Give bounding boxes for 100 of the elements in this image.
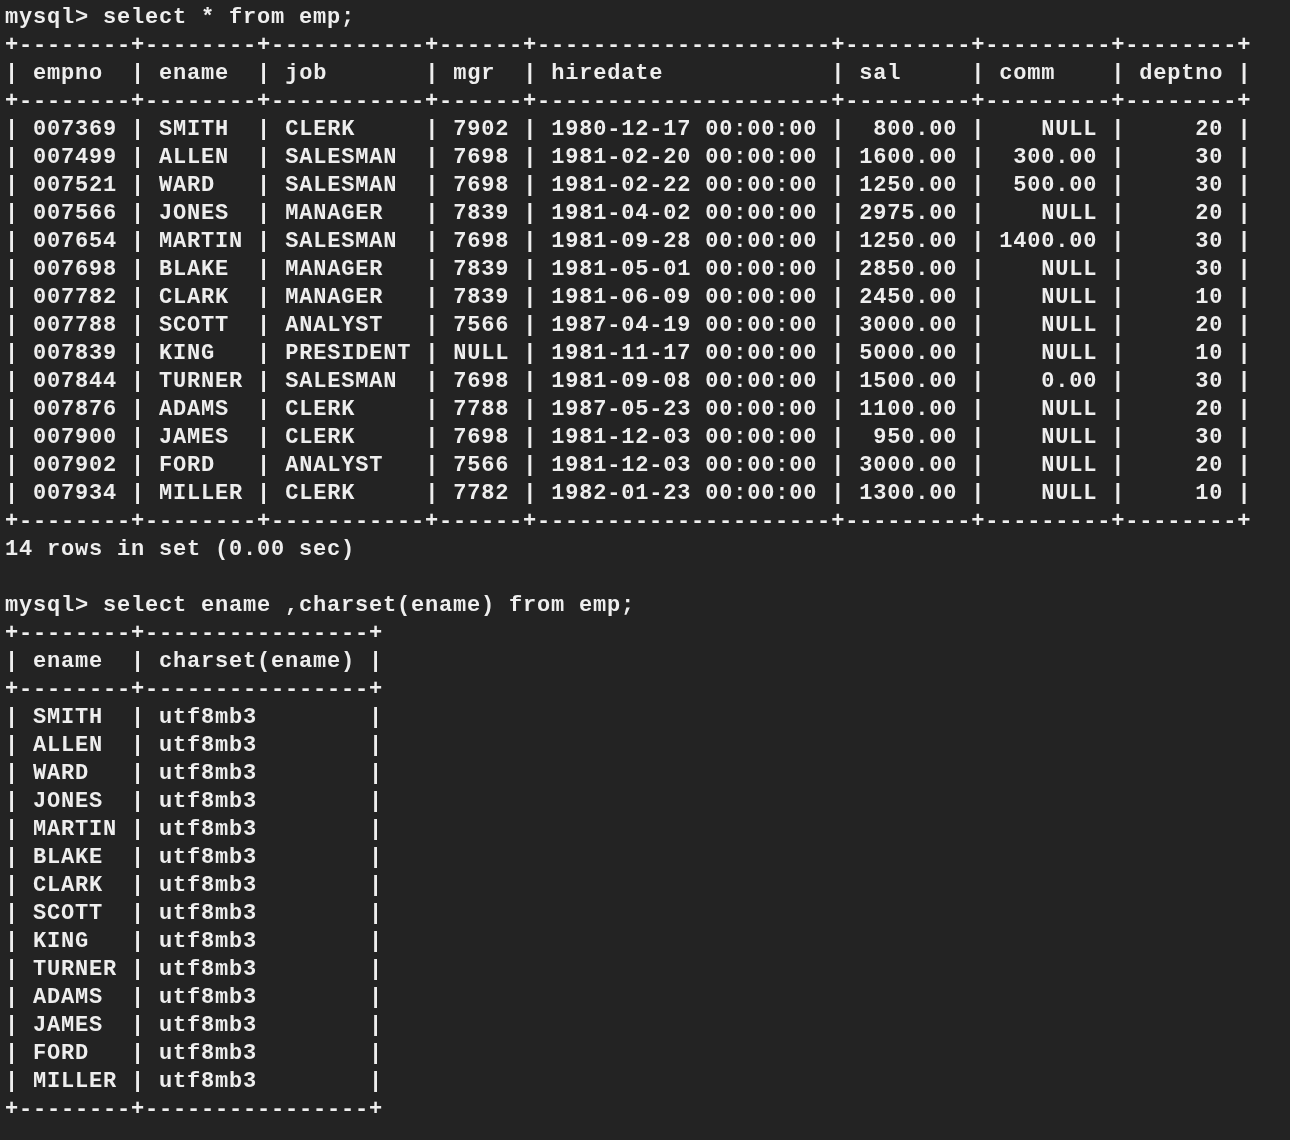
- table-cell-text: utf8mb3: [159, 928, 259, 956]
- column-separator: |: [1237, 173, 1252, 198]
- table-cell-text: utf8mb3: [159, 900, 259, 928]
- column-header: job: [285, 60, 329, 88]
- column-separator: |: [971, 285, 986, 310]
- column-separator: |: [131, 985, 146, 1010]
- column-separator: |: [1111, 173, 1126, 198]
- column-separator: |: [425, 369, 440, 394]
- table-cell-text: utf8mb3: [159, 1012, 259, 1040]
- table-cell: 2975.00: [859, 200, 958, 228]
- table-cell-text: SALESMAN: [285, 368, 399, 396]
- column-separator: |: [5, 397, 19, 422]
- column-separator: |: [5, 845, 19, 870]
- table-cell: 2450.00: [859, 284, 958, 312]
- table-cell: 7698: [453, 368, 510, 396]
- column-separator: |: [831, 425, 846, 450]
- table-cell: 2850.00: [859, 256, 958, 284]
- table-cell: MARTIN: [33, 816, 118, 844]
- column-separator: |: [257, 145, 272, 170]
- table-cell-text: NULL: [1040, 312, 1098, 340]
- column-separator: |: [257, 61, 272, 86]
- table-cell: 7698: [453, 228, 510, 256]
- column-separator: |: [257, 285, 272, 310]
- column-separator: |: [523, 397, 538, 422]
- column-separator: |: [1111, 257, 1126, 282]
- column-separator: |: [5, 117, 19, 142]
- command-text: select * from emp;: [103, 5, 356, 30]
- table-cell-text: utf8mb3: [159, 872, 259, 900]
- table-cell: 1987-04-19 00:00:00: [551, 312, 818, 340]
- table-cell-text: 0.00: [1040, 368, 1098, 396]
- column-separator: |: [425, 313, 440, 338]
- table-cell: 007839: [33, 340, 118, 368]
- table-cell-text: 20: [1194, 116, 1224, 144]
- table-border-line: +--------+--------+-----------+------+---------------------+---------+---------+--------+: [5, 509, 1252, 534]
- table-cell: 007876: [33, 396, 118, 424]
- column-separator: |: [523, 257, 538, 282]
- column-separator: |: [1237, 201, 1252, 226]
- column-separator: |: [425, 285, 440, 310]
- table-cell-text: JAMES: [33, 1012, 105, 1040]
- table-cell-text: SMITH: [33, 704, 105, 732]
- table-cell: 1981-04-02 00:00:00: [551, 200, 818, 228]
- table-cell: 007782: [33, 284, 118, 312]
- column-separator: |: [5, 761, 19, 786]
- table-cell: 5000.00: [859, 340, 958, 368]
- table-cell: 1981-02-20 00:00:00: [551, 144, 818, 172]
- table-cell-text: NULL: [1040, 424, 1098, 452]
- table-cell-text: NULL: [1040, 396, 1098, 424]
- column-separator: |: [369, 1069, 384, 1094]
- column-separator: |: [831, 257, 846, 282]
- table-cell: 1250.00: [859, 228, 958, 256]
- table-cell-text: BLAKE: [33, 844, 105, 872]
- table-cell-text: SALESMAN: [285, 228, 399, 256]
- column-separator: |: [131, 733, 146, 758]
- column-separator: |: [831, 173, 846, 198]
- table-cell-text: 20: [1194, 312, 1224, 340]
- table-border-line: +--------+--------+-----------+------+---------------------+---------+---------+--------+: [5, 89, 1252, 114]
- table-cell: 1982-01-23 00:00:00: [551, 480, 818, 508]
- column-separator: |: [971, 313, 986, 338]
- table-cell: 1100.00: [859, 396, 958, 424]
- column-separator: |: [523, 61, 538, 86]
- column-separator: |: [257, 229, 272, 254]
- column-header: ename: [159, 60, 231, 88]
- column-separator: |: [131, 957, 146, 982]
- table-cell: 1987-05-23 00:00:00: [551, 396, 818, 424]
- column-separator: |: [257, 173, 272, 198]
- column-header: deptno: [1139, 60, 1224, 88]
- column-separator: |: [5, 705, 19, 730]
- table-cell: 007698: [33, 256, 118, 284]
- table-border-line: +--------+--------+-----------+------+---------------------+---------+---------+--------+: [5, 33, 1252, 58]
- column-separator: |: [1111, 453, 1126, 478]
- column-separator: |: [5, 1013, 19, 1038]
- column-separator: |: [131, 649, 146, 674]
- column-separator: |: [131, 1041, 146, 1066]
- table-cell-text: ADAMS: [159, 396, 231, 424]
- table-cell: 3000.00: [859, 312, 958, 340]
- column-header: charset(ename): [159, 648, 356, 676]
- table-cell: 007902: [33, 452, 118, 480]
- column-separator: |: [131, 229, 146, 254]
- column-separator: |: [5, 1069, 19, 1094]
- column-separator: |: [1237, 285, 1252, 310]
- column-separator: |: [523, 201, 538, 226]
- column-separator: |: [971, 117, 986, 142]
- column-separator: |: [971, 369, 986, 394]
- column-separator: |: [131, 61, 146, 86]
- result-summary: 14 rows in set (0.00 sec): [5, 537, 356, 562]
- table-cell: 007654: [33, 228, 118, 256]
- column-separator: |: [257, 201, 272, 226]
- table-cell-text: utf8mb3: [159, 1040, 259, 1068]
- column-separator: |: [1237, 425, 1252, 450]
- table-cell-text: WARD: [33, 760, 91, 788]
- table-cell-text: FORD: [159, 452, 217, 480]
- column-separator: |: [425, 61, 440, 86]
- table-cell: 7698: [453, 172, 510, 200]
- column-separator: |: [523, 425, 538, 450]
- column-separator: |: [5, 341, 19, 366]
- column-separator: |: [425, 453, 440, 478]
- column-separator: |: [131, 1069, 146, 1094]
- table-cell-text: ANALYST: [285, 312, 385, 340]
- table-cell: 1981-02-22 00:00:00: [551, 172, 818, 200]
- column-separator: |: [5, 61, 19, 86]
